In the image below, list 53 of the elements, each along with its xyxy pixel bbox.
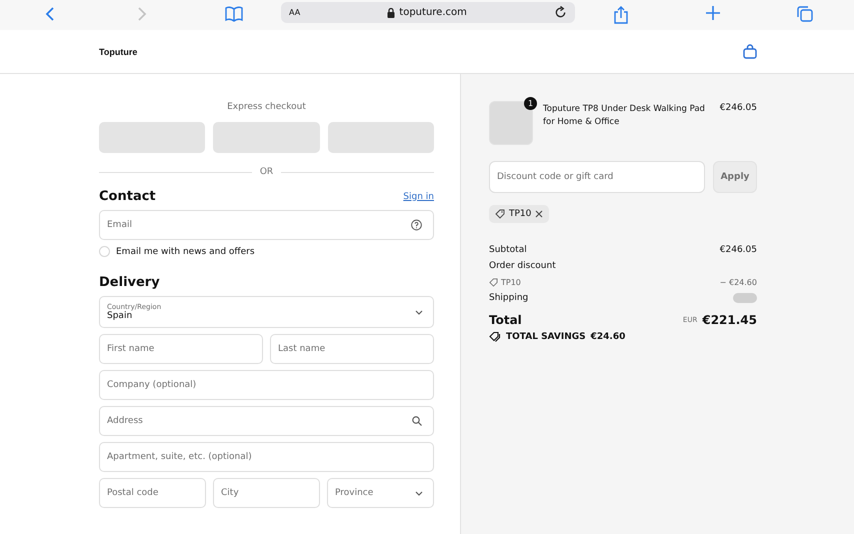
newsletter-label: Email me with news and offers <box>116 246 255 256</box>
loading-placeholder <box>733 293 757 303</box>
apply-button[interactable]: Apply <box>713 161 757 193</box>
lock-icon <box>387 8 396 18</box>
tag-code: TP10 <box>509 209 532 219</box>
quantity-badge: 1 <box>524 97 537 110</box>
address-field[interactable]: Address <box>99 406 434 436</box>
total-savings-label: TOTAL SAVINGS <box>506 332 586 342</box>
order-discount-label: Order discount <box>489 261 556 271</box>
address-bar[interactable]: AA toputure.com <box>281 2 575 23</box>
shipping-label: Shipping <box>489 293 528 303</box>
search-icon <box>412 416 422 426</box>
shopping-bag-icon[interactable] <box>743 44 757 59</box>
subtotal-value: €246.05 <box>720 245 757 255</box>
discount-amount: − €24.60 <box>720 278 757 286</box>
apartment-field[interactable]: Apartment, suite, etc. (optional) <box>99 442 434 472</box>
company-field[interactable]: Company (optional) <box>99 370 434 400</box>
name-field[interactable]: First name <box>99 334 263 364</box>
back-icon[interactable] <box>44 6 56 22</box>
brand-logo[interactable]: Toputure <box>99 46 138 56</box>
product-name: Toputure TP8 Under Desk Walking Pad for Home & Office <box>543 103 706 129</box>
subtotal-label: Subtotal <box>489 245 527 255</box>
discount-code: TP10 <box>501 278 521 286</box>
product-price: €246.05 <box>720 103 757 113</box>
address-detail-field[interactable]: Postal code <box>99 478 206 508</box>
total-amount: €221.45 <box>702 313 757 327</box>
tabs-icon[interactable] <box>797 6 813 22</box>
plus-icon[interactable] <box>706 6 720 20</box>
province-select[interactable]: Province <box>327 478 434 508</box>
share-icon[interactable] <box>614 6 628 24</box>
newsletter-checkbox[interactable] <box>99 246 110 257</box>
discount-code-field[interactable]: Discount code or gift card <box>489 161 705 193</box>
help-icon[interactable] <box>411 220 422 230</box>
sign-in-link[interactable]: Sign in <box>403 192 434 202</box>
text-size-button[interactable]: AA <box>289 8 300 17</box>
delivery-heading: Delivery <box>99 275 161 290</box>
contact-heading: Contact <box>99 189 156 204</box>
book-icon[interactable] <box>225 6 243 22</box>
chevron-down-icon <box>415 490 423 496</box>
or-divider-text: OR <box>260 167 274 177</box>
total-label: Total <box>489 313 522 327</box>
tags-icon <box>489 331 501 342</box>
email-field[interactable]: Email <box>99 210 434 240</box>
url-text: toputure.com <box>399 7 467 18</box>
total-savings-amount: €24.60 <box>590 332 626 342</box>
tag-icon <box>489 278 498 286</box>
close-icon[interactable] <box>535 210 544 218</box>
tag-icon <box>495 209 505 219</box>
name-field[interactable]: Last name <box>270 334 434 364</box>
reload-icon[interactable] <box>554 6 567 19</box>
address-detail-field[interactable]: City <box>213 478 320 508</box>
express-checkout-title: Express checkout <box>226 102 307 112</box>
chevron-down-icon <box>415 310 423 314</box>
